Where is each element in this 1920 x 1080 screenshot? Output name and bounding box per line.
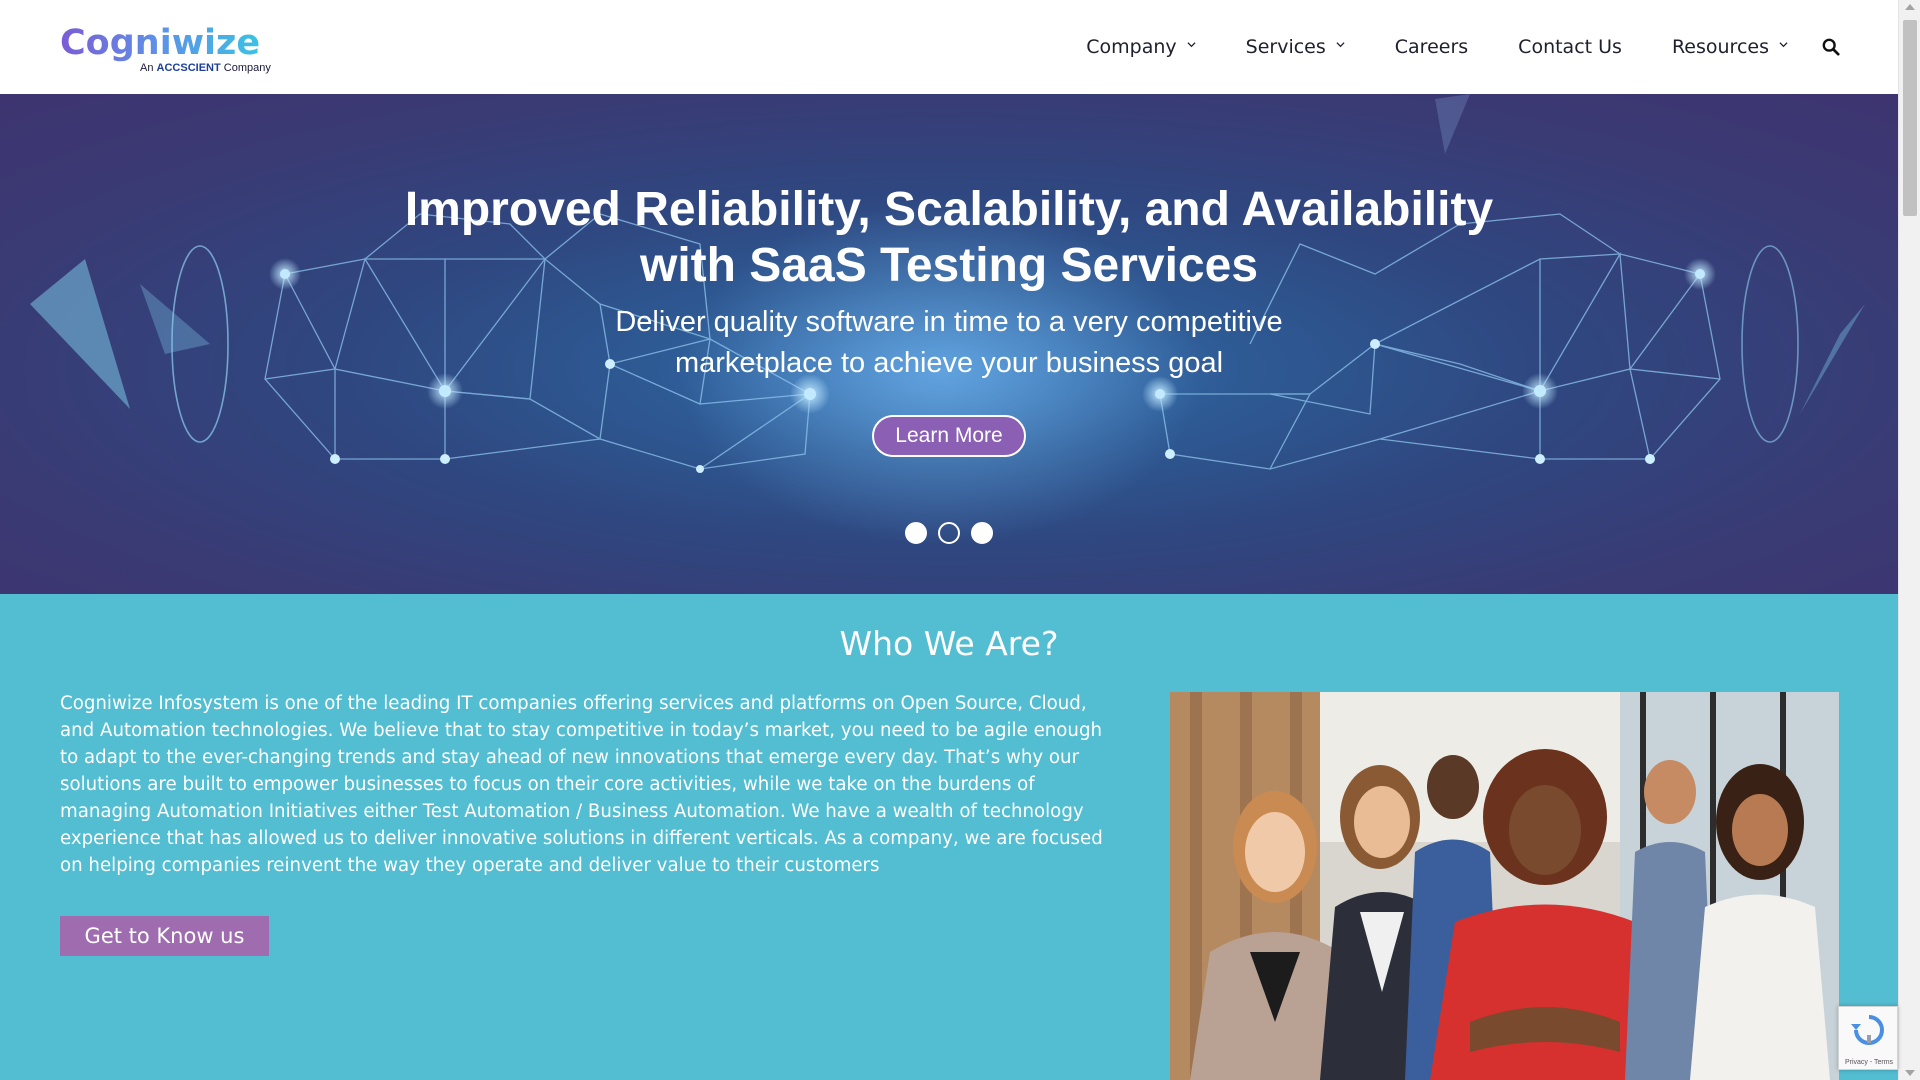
recaptcha-badge[interactable]: Privacy - Terms xyxy=(1838,1006,1898,1070)
slide-dot-3[interactable] xyxy=(971,522,993,544)
hero-title-line2: with SaaS Testing Services xyxy=(639,239,1259,292)
slider-pagination xyxy=(905,522,1004,544)
nav-item-label: Contact Us xyxy=(1518,36,1622,58)
hero-subtitle: Deliver quality software in time to a ve… xyxy=(0,302,1898,384)
hero-subtitle-line2: marketplace to achieve your business goa… xyxy=(674,347,1224,379)
nav-item-label: Company xyxy=(1086,36,1177,58)
chevron-down-icon xyxy=(1779,41,1788,47)
scrollbar-thumb[interactable] xyxy=(1903,20,1917,216)
main-nav: Company Services Careers Contact Us Reso… xyxy=(1036,0,1788,94)
chevron-down-icon xyxy=(1187,41,1196,47)
hero-title-line1: Improved Reliability, Scalability, and A… xyxy=(404,183,1494,236)
learn-more-button[interactable]: Learn More xyxy=(872,415,1026,457)
team-photo xyxy=(1170,692,1839,1080)
nav-item-careers[interactable]: Careers xyxy=(1395,36,1468,58)
scroll-down-arrow-icon[interactable] xyxy=(1905,1070,1915,1076)
logo-tagline: An ACCSCIENT Company xyxy=(140,62,271,74)
about-description: Cogniwize Infosystem is one of the leadi… xyxy=(60,693,1103,876)
hero-title: Improved Reliability, Scalability, and A… xyxy=(0,182,1898,294)
nav-item-services[interactable]: Services xyxy=(1246,36,1345,58)
cogniwize-logo[interactable]: Cogniwize An ACCSCIENT Company xyxy=(60,24,271,76)
get-to-know-us-button[interactable]: Get to Know us xyxy=(60,916,269,956)
hero-slider: Improved Reliability, Scalability, and A… xyxy=(0,94,1898,594)
chevron-down-icon xyxy=(1336,41,1345,47)
nav-item-label: Careers xyxy=(1394,36,1469,58)
logo-tagline-brand: ACCSCIENT xyxy=(156,62,221,74)
slide-dot-1[interactable] xyxy=(905,522,927,544)
vertical-scrollbar[interactable] xyxy=(1898,0,1920,1080)
logo-tagline-suffix: Company xyxy=(223,62,271,74)
logo-tagline-prefix: An xyxy=(140,62,154,74)
nav-item-contact-us[interactable]: Contact Us xyxy=(1518,36,1622,58)
recaptcha-terms-text: Privacy - Terms xyxy=(1844,1059,1894,1066)
recaptcha-icon xyxy=(1851,1015,1884,1045)
site-header: Cogniwize An ACCSCIENT Company Company S… xyxy=(0,0,1898,94)
section-title: Who We Are? xyxy=(839,624,1059,663)
slide-dot-2[interactable] xyxy=(938,522,960,544)
scroll-up-arrow-icon[interactable] xyxy=(1905,4,1915,10)
who-we-are-section: Who We Are? Cogniwize Infosystem is one … xyxy=(0,594,1898,1080)
nav-item-resources[interactable]: Resources xyxy=(1672,36,1788,58)
nav-item-label: Resources xyxy=(1671,36,1769,58)
search-icon[interactable] xyxy=(1822,38,1840,56)
hero-subtitle-line1: Deliver quality software in time to a ve… xyxy=(615,306,1283,338)
nav-item-label: Services xyxy=(1245,36,1326,58)
nav-item-company[interactable]: Company xyxy=(1086,36,1196,58)
logo-wordmark: Cogniwize xyxy=(60,24,270,62)
